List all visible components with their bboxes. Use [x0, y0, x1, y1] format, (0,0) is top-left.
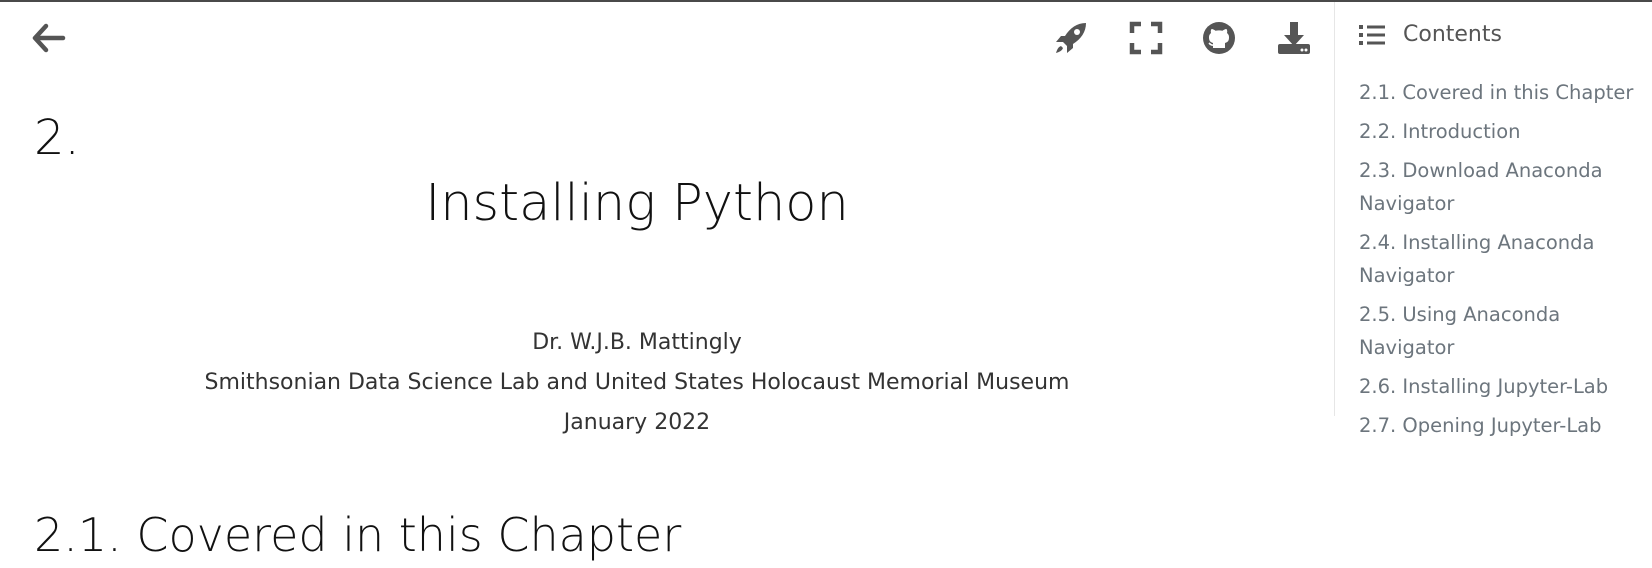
affiliation: Smithsonian Data Science Lab and United … — [204, 370, 1070, 395]
fullscreen-icon — [1129, 21, 1163, 55]
fullscreen-button[interactable] — [1126, 18, 1166, 58]
toc-item[interactable]: 2.1. Covered in this Chapter — [1359, 76, 1649, 109]
toc-header: Contents — [1359, 22, 1502, 47]
toc-title: Contents — [1403, 22, 1502, 47]
toc-item[interactable]: 2.3. Download Anaconda Navigator — [1359, 154, 1649, 220]
toc-item[interactable]: 2.2. Introduction — [1359, 115, 1649, 148]
back-button[interactable] — [29, 18, 69, 58]
page-title: Installing Python — [425, 174, 849, 233]
arrow-left-icon — [32, 23, 66, 53]
list-icon — [1359, 24, 1385, 45]
launch-button[interactable] — [1051, 18, 1091, 58]
chapter-number: 2. — [34, 110, 80, 166]
toc-item[interactable]: 2.6. Installing Jupyter-Lab — [1359, 370, 1649, 403]
section-heading: 2.1. Covered in this Chapter — [34, 508, 682, 562]
toc-list: 2.1. Covered in this Chapter 2.2. Introd… — [1359, 76, 1649, 448]
publication-date: January 2022 — [563, 410, 711, 435]
download-button[interactable] — [1274, 18, 1314, 58]
author: Dr. W.J.B. Mattingly — [532, 330, 742, 355]
toc-sidebar: Contents 2.1. Covered in this Chapter 2.… — [1334, 2, 1652, 437]
rocket-icon — [1056, 23, 1086, 53]
download-icon — [1278, 22, 1310, 54]
toc-item[interactable]: 2.4. Installing Anaconda Navigator — [1359, 226, 1649, 292]
toc-item[interactable]: 2.5. Using Anaconda Navigator — [1359, 298, 1649, 364]
github-button[interactable] — [1199, 18, 1239, 58]
toc-item[interactable]: 2.7. Opening Jupyter-Lab — [1359, 409, 1649, 442]
github-icon — [1203, 22, 1235, 54]
page: 2. Installing Python Dr. W.J.B. Mattingl… — [0, 0, 1652, 568]
